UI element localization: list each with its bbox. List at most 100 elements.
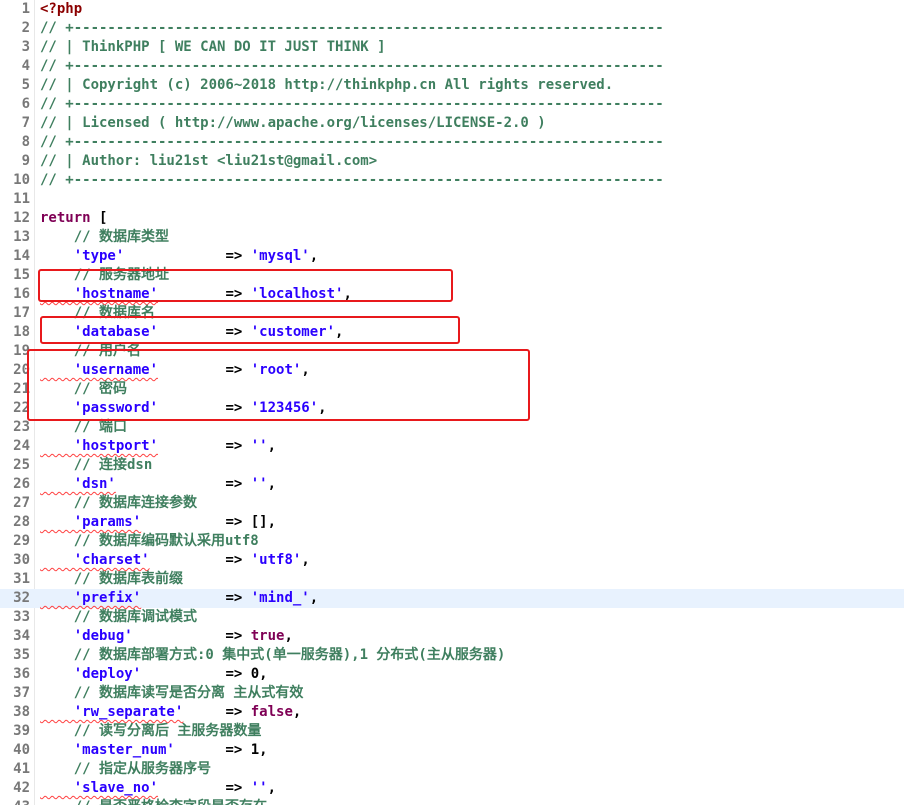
code-line[interactable]: 36 'deploy' => 0, xyxy=(0,665,904,684)
code-text: 'type' => 'mysql', xyxy=(40,247,318,266)
code-line[interactable]: 41 // 指定从服务器序号 xyxy=(0,760,904,779)
code-token: => xyxy=(141,590,251,606)
code-token: // 服务器地址 xyxy=(40,267,170,283)
code-line[interactable]: 37 // 数据库读写是否分离 主从式有效 xyxy=(0,684,904,703)
code-line[interactable]: 13 // 数据库类型 xyxy=(0,228,904,247)
code-token: // 密码 xyxy=(40,381,128,397)
code-token: // 连接dsn xyxy=(40,457,153,473)
line-number: 27 xyxy=(13,495,30,511)
code-line[interactable]: 24 'hostport' => '', xyxy=(0,437,904,456)
line-number: 32 xyxy=(13,590,30,606)
code-line[interactable]: 42 'slave_no' => '', xyxy=(0,779,904,798)
code-line[interactable]: 21 // 密码 xyxy=(0,380,904,399)
code-line[interactable]: 1 <?php xyxy=(0,0,904,19)
code-line[interactable]: 40 'master_num' => 1, xyxy=(0,741,904,760)
code-text: // | ThinkPHP [ WE CAN DO IT JUST THINK … xyxy=(40,38,386,57)
code-line[interactable]: 4 // +-----------------------------------… xyxy=(0,57,904,76)
line-number: 39 xyxy=(13,723,30,739)
code-text: // 密码 xyxy=(40,380,127,399)
code-line[interactable]: 25 // 连接dsn xyxy=(0,456,904,475)
code-token: // 数据库调试模式 xyxy=(40,609,198,625)
code-line[interactable]: 31 // 数据库表前缀 xyxy=(0,570,904,589)
code-lines[interactable]: 1 <?php 2 // +-----------------------------… xyxy=(0,0,904,805)
line-number: 36 xyxy=(13,666,30,682)
code-token: // | Licensed ( http://www.apache.org/li… xyxy=(40,115,546,131)
code-line[interactable]: 10 // +----------------------------------… xyxy=(0,171,904,190)
code-line[interactable]: 15 // 服务器地址 xyxy=(0,266,904,285)
code-text: 'prefix' => 'mind_', xyxy=(40,589,318,608)
code-line[interactable]: 34 'debug' => true, xyxy=(0,627,904,646)
code-line[interactable]: 12 return [ xyxy=(0,209,904,228)
line-number: 22 xyxy=(13,400,30,416)
code-text: // 是否严格检查字段是否存在 xyxy=(40,798,267,805)
code-line[interactable]: 28 'params' => [], xyxy=(0,513,904,532)
code-token: => xyxy=(158,780,251,796)
code-token: 0, xyxy=(250,666,268,682)
code-text: // 数据库编码默认采用utf8 xyxy=(40,532,259,551)
line-number: 25 xyxy=(13,457,30,473)
code-text: // | Author: liu21st <liu21st@gmail.com> xyxy=(40,152,377,171)
code-token: => xyxy=(141,514,251,530)
code-token: // 数据库表前缀 xyxy=(40,571,184,587)
code-line[interactable]: 14 'type' => 'mysql', xyxy=(0,247,904,266)
code-token: => xyxy=(124,248,251,264)
code-text: // 数据库调试模式 xyxy=(40,608,197,627)
code-token: 'charset' xyxy=(40,552,150,568)
code-line[interactable]: 9 // | Author: liu21st <liu21st@gmail.com… xyxy=(0,152,904,171)
code-token: // 数据库部署方式:0 集中式(单一服务器),1 分布式(主从服务器) xyxy=(40,647,506,663)
code-line[interactable]: 20 'username' => 'root', xyxy=(0,361,904,380)
code-line[interactable]: 23 // 端口 xyxy=(0,418,904,437)
code-line[interactable]: 32 'prefix' => 'mind_', xyxy=(0,589,904,608)
code-token: => xyxy=(115,476,251,492)
code-editor[interactable]: 1 <?php 2 // +-----------------------------… xyxy=(0,0,904,805)
code-line[interactable]: 17 // 数据库名 xyxy=(0,304,904,323)
code-line[interactable]: 30 'charset' => 'utf8', xyxy=(0,551,904,570)
line-number: 15 xyxy=(13,267,30,283)
code-text: return [ xyxy=(40,209,107,228)
code-line[interactable]: 2 // +-----------------------------------… xyxy=(0,19,904,38)
code-line[interactable]: 22 'password' => '123456', xyxy=(0,399,904,418)
code-line[interactable]: 7 // | Licensed ( http://www.apache.org/l… xyxy=(0,114,904,133)
code-line[interactable]: 11 xyxy=(0,190,904,209)
code-line[interactable]: 29 // 数据库编码默认采用utf8 xyxy=(0,532,904,551)
code-line[interactable]: 35 // 数据库部署方式:0 集中式(单一服务器),1 分布式(主从服务器) xyxy=(0,646,904,665)
code-line[interactable]: 27 // 数据库连接参数 xyxy=(0,494,904,513)
code-token: , xyxy=(267,780,277,796)
code-text: // +------------------------------------… xyxy=(40,19,664,38)
code-token: => xyxy=(158,324,251,340)
code-line[interactable]: 19 // 用户名 xyxy=(0,342,904,361)
code-text: 'slave_no' => '', xyxy=(40,779,276,798)
code-text: // 数据库类型 xyxy=(40,228,169,247)
code-line[interactable]: 39 // 读写分离后 主服务器数量 xyxy=(0,722,904,741)
code-token: // +------------------------------------… xyxy=(40,172,664,188)
code-line[interactable]: 16 'hostname' => 'localhost', xyxy=(0,285,904,304)
line-number: 3 xyxy=(21,39,30,55)
code-line[interactable]: 38 'rw_separate' => false, xyxy=(0,703,904,722)
line-number: 4 xyxy=(21,58,30,74)
code-token: '' xyxy=(250,438,268,454)
line-number: 16 xyxy=(13,286,30,302)
code-line[interactable]: 8 // +-----------------------------------… xyxy=(0,133,904,152)
line-number: 29 xyxy=(13,533,30,549)
line-number: 37 xyxy=(13,685,30,701)
line-number: 18 xyxy=(13,324,30,340)
code-text: // 读写分离后 主服务器数量 xyxy=(40,722,262,741)
code-text: // 数据库表前缀 xyxy=(40,570,183,589)
code-line[interactable]: 6 // +-----------------------------------… xyxy=(0,95,904,114)
code-text: 'deploy' => 0, xyxy=(40,665,268,684)
code-line[interactable]: 26 'dsn' => '', xyxy=(0,475,904,494)
code-token: 'localhost' xyxy=(250,286,344,302)
code-token: '' xyxy=(250,476,268,492)
code-token: => xyxy=(174,742,251,758)
code-line[interactable]: 33 // 数据库调试模式 xyxy=(0,608,904,627)
code-token: // 指定从服务器序号 xyxy=(40,761,212,777)
code-line[interactable]: 3 // | ThinkPHP [ WE CAN DO IT JUST THINK… xyxy=(0,38,904,57)
code-token: 'hostport' xyxy=(40,438,159,454)
code-line[interactable]: 43 // 是否严格检查字段是否存在 xyxy=(0,798,904,805)
code-text: 'hostname' => 'localhost', xyxy=(40,285,352,304)
code-line[interactable]: 5 // | Copyright (c) 2006~2018 http://thi… xyxy=(0,76,904,95)
code-line[interactable]: 18 'database' => 'customer', xyxy=(0,323,904,342)
code-token: , xyxy=(284,628,293,644)
line-number: 30 xyxy=(13,552,30,568)
line-number: 42 xyxy=(13,780,30,796)
